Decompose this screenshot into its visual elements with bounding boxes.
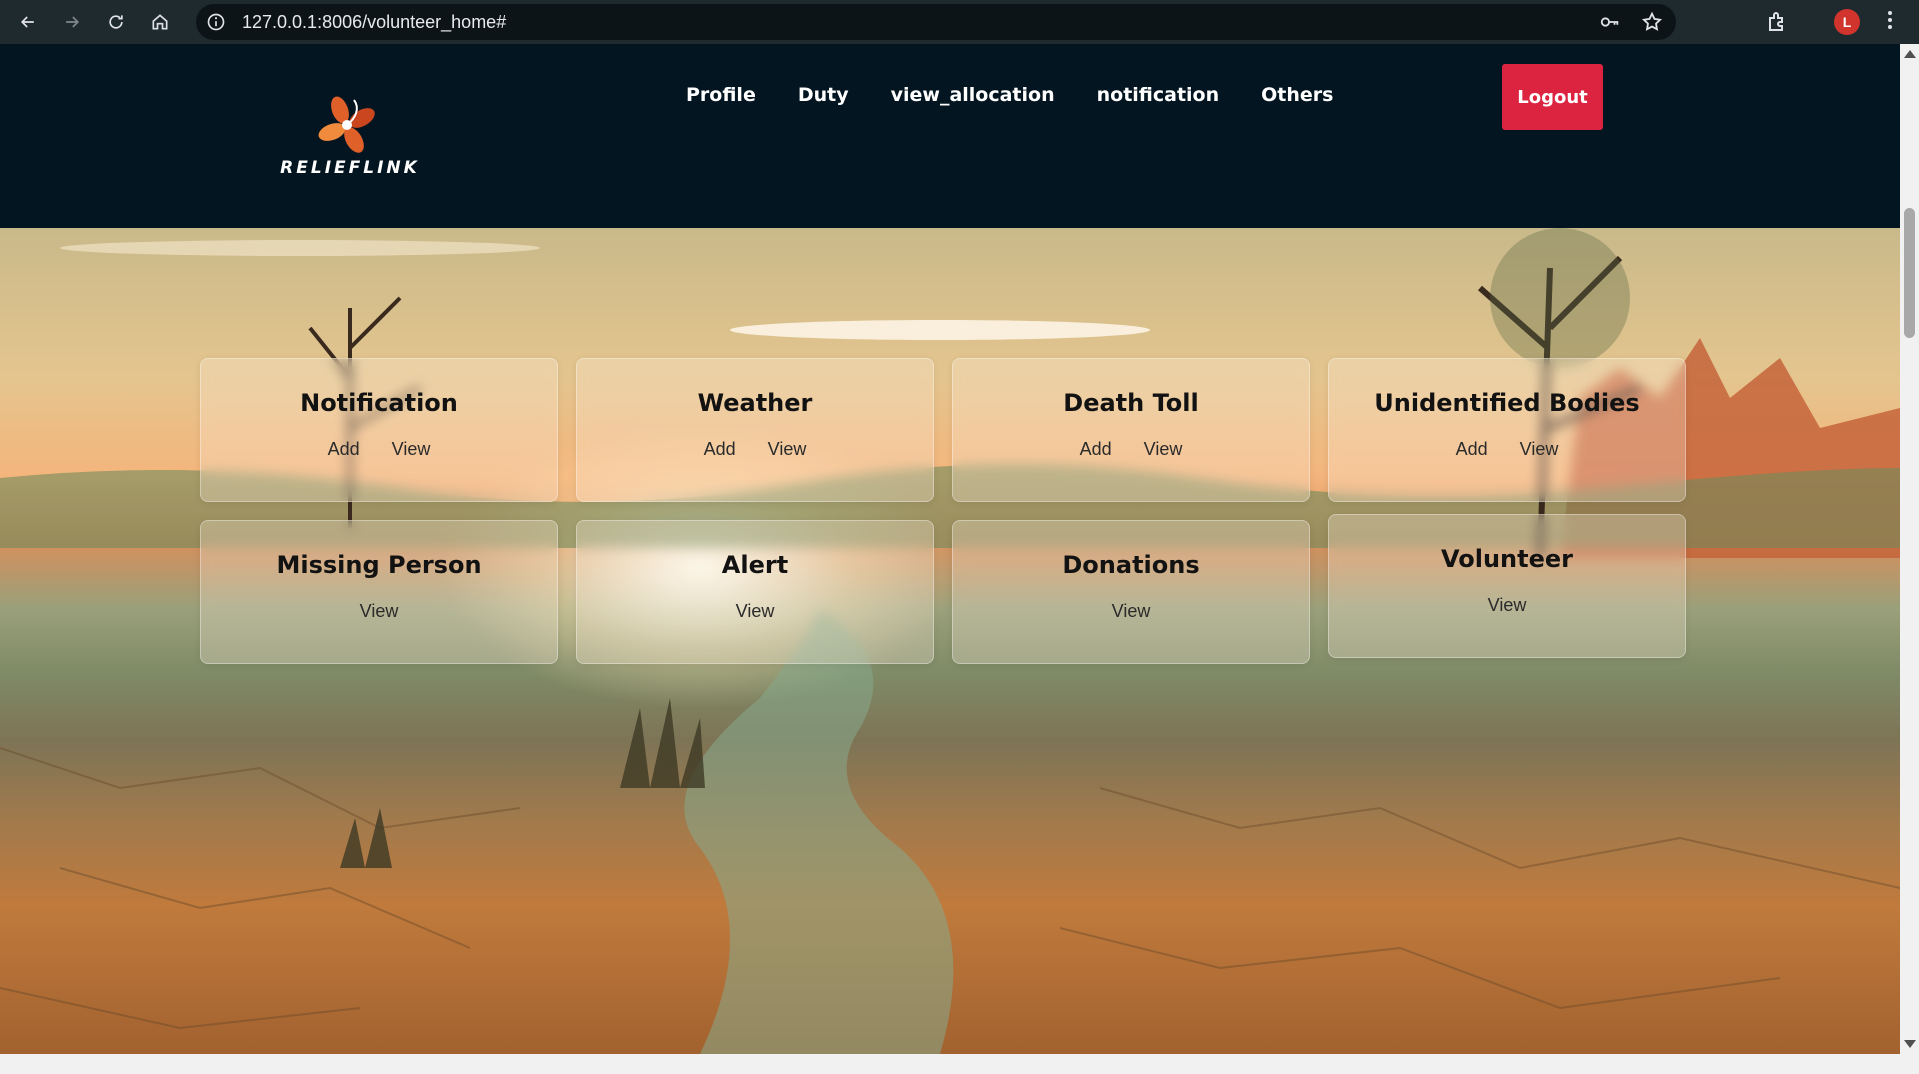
reload-button[interactable] bbox=[100, 6, 132, 38]
notification-view-link[interactable]: View bbox=[392, 439, 431, 460]
password-key-icon[interactable] bbox=[1598, 10, 1622, 34]
nav-duty[interactable]: Duty bbox=[798, 84, 849, 106]
more-options-icon[interactable] bbox=[1884, 8, 1896, 36]
nav-notification[interactable]: notification bbox=[1097, 84, 1220, 106]
vertical-scrollbar[interactable] bbox=[1900, 44, 1919, 1054]
url-text: 127.0.0.1:8006/volunteer_home# bbox=[242, 12, 507, 32]
card-alert: Alert View bbox=[576, 520, 934, 664]
card-weather: Weather Add View bbox=[576, 358, 934, 502]
card-donations: Donations View bbox=[952, 520, 1310, 664]
death-toll-add-link[interactable]: Add bbox=[1080, 439, 1112, 460]
weather-view-link[interactable]: View bbox=[768, 439, 807, 460]
unidentified-bodies-view-link[interactable]: View bbox=[1520, 439, 1559, 460]
site-header: RELIEFLINK Profile Duty view_allocation … bbox=[0, 44, 1900, 228]
death-toll-view-link[interactable]: View bbox=[1144, 439, 1183, 460]
notification-add-link[interactable]: Add bbox=[328, 439, 360, 460]
home-button[interactable] bbox=[144, 6, 176, 38]
extensions-icon[interactable] bbox=[1766, 10, 1790, 34]
card-title: Unidentified Bodies bbox=[1374, 389, 1640, 417]
scroll-thumb[interactable] bbox=[1904, 208, 1915, 338]
nav-view-allocation[interactable]: view_allocation bbox=[891, 84, 1055, 106]
card-unidentified-bodies: Unidentified Bodies Add View bbox=[1328, 358, 1686, 502]
site-info-icon[interactable] bbox=[206, 12, 226, 32]
card-title: Volunteer bbox=[1440, 545, 1573, 573]
logout-button[interactable]: Logout bbox=[1502, 64, 1603, 130]
card-title: Missing Person bbox=[276, 551, 482, 579]
background-scene: Notification Add View Weather Add View D… bbox=[0, 228, 1900, 1054]
nav-profile[interactable]: Profile bbox=[686, 84, 756, 106]
card-title: Notification bbox=[300, 389, 458, 417]
card-title: Death Toll bbox=[1063, 389, 1199, 417]
logo-text: RELIEFLINK bbox=[280, 158, 420, 178]
nav-others[interactable]: Others bbox=[1261, 84, 1333, 106]
scroll-up-arrow[interactable] bbox=[1904, 50, 1916, 58]
profile-avatar[interactable]: L bbox=[1834, 9, 1860, 35]
volunteer-view-link[interactable]: View bbox=[1488, 595, 1527, 616]
card-title: Donations bbox=[1062, 551, 1200, 579]
home-icon bbox=[152, 14, 168, 30]
donations-view-link[interactable]: View bbox=[1112, 601, 1151, 622]
missing-person-view-link[interactable]: View bbox=[360, 601, 399, 622]
card-notification: Notification Add View bbox=[200, 358, 558, 502]
unidentified-bodies-add-link[interactable]: Add bbox=[1456, 439, 1488, 460]
card-volunteer: Volunteer View bbox=[1328, 514, 1686, 658]
forward-button[interactable] bbox=[56, 6, 88, 38]
arrow-left-icon bbox=[20, 16, 34, 28]
arrow-right-icon bbox=[66, 16, 80, 28]
scroll-down-arrow[interactable] bbox=[1904, 1040, 1916, 1048]
card-missing-person: Missing Person View bbox=[200, 520, 558, 664]
page-viewport: RELIEFLINK Profile Duty view_allocation … bbox=[0, 44, 1900, 1054]
browser-toolbar: 127.0.0.1:8006/volunteer_home# L bbox=[0, 0, 1919, 44]
reload-icon bbox=[109, 15, 123, 29]
main-nav: Profile Duty view_allocation notificatio… bbox=[686, 84, 1333, 106]
back-button[interactable] bbox=[12, 6, 44, 38]
page-bottom-strip bbox=[0, 1054, 1919, 1074]
card-title: Weather bbox=[697, 389, 813, 417]
bookmark-star-icon[interactable] bbox=[1640, 10, 1664, 34]
address-bar[interactable]: 127.0.0.1:8006/volunteer_home# bbox=[196, 4, 1676, 40]
card-death-toll: Death Toll Add View bbox=[952, 358, 1310, 502]
weather-add-link[interactable]: Add bbox=[704, 439, 736, 460]
relieflink-logo[interactable]: RELIEFLINK bbox=[280, 88, 420, 198]
alert-view-link[interactable]: View bbox=[736, 601, 775, 622]
card-title: Alert bbox=[721, 551, 789, 579]
flower-logo-icon bbox=[318, 96, 375, 153]
